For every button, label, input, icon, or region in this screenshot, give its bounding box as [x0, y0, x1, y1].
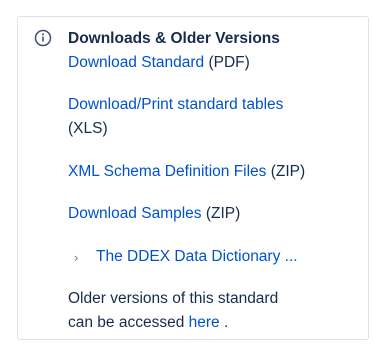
download-tables-format: (XLS) — [68, 120, 108, 137]
download-standard-link[interactable]: Download Standard — [68, 54, 204, 71]
download-standard-format: (PDF) — [204, 54, 250, 71]
download-samples-row: Download Samples (ZIP) — [68, 204, 240, 224]
download-standard-row: Download Standard (PDF) — [68, 53, 250, 73]
xml-schema-row: XML Schema Definition Files (ZIP) — [68, 162, 305, 182]
older-versions-suffix: . — [219, 314, 229, 331]
data-dictionary-expand[interactable]: The DDEX Data Dictionary ... — [96, 247, 298, 267]
download-tables-row: Download/Print standard tables — [68, 95, 283, 115]
download-samples-link[interactable]: Download Samples — [68, 205, 202, 222]
xml-schema-link[interactable]: XML Schema Definition Files — [68, 163, 266, 180]
older-versions-access-row: can be accessed here . — [68, 313, 228, 333]
download-tables-link[interactable]: Download/Print standard tables — [68, 96, 283, 113]
xml-schema-format: (ZIP) — [266, 163, 306, 180]
info-icon — [34, 29, 52, 47]
older-versions-prefix: can be accessed — [68, 314, 189, 331]
data-dictionary-link[interactable]: The DDEX Data Dictionary ... — [96, 248, 298, 265]
older-versions-text: Older versions of this standard — [68, 290, 279, 307]
older-versions-here-link[interactable]: here — [189, 314, 220, 331]
panel-heading: Downloads & Older Versions — [68, 30, 280, 47]
download-samples-format: (ZIP) — [201, 205, 241, 222]
chevron-right-icon[interactable]: › — [74, 248, 78, 268]
downloads-panel: Downloads & Older Versions Download Stan… — [17, 16, 369, 340]
